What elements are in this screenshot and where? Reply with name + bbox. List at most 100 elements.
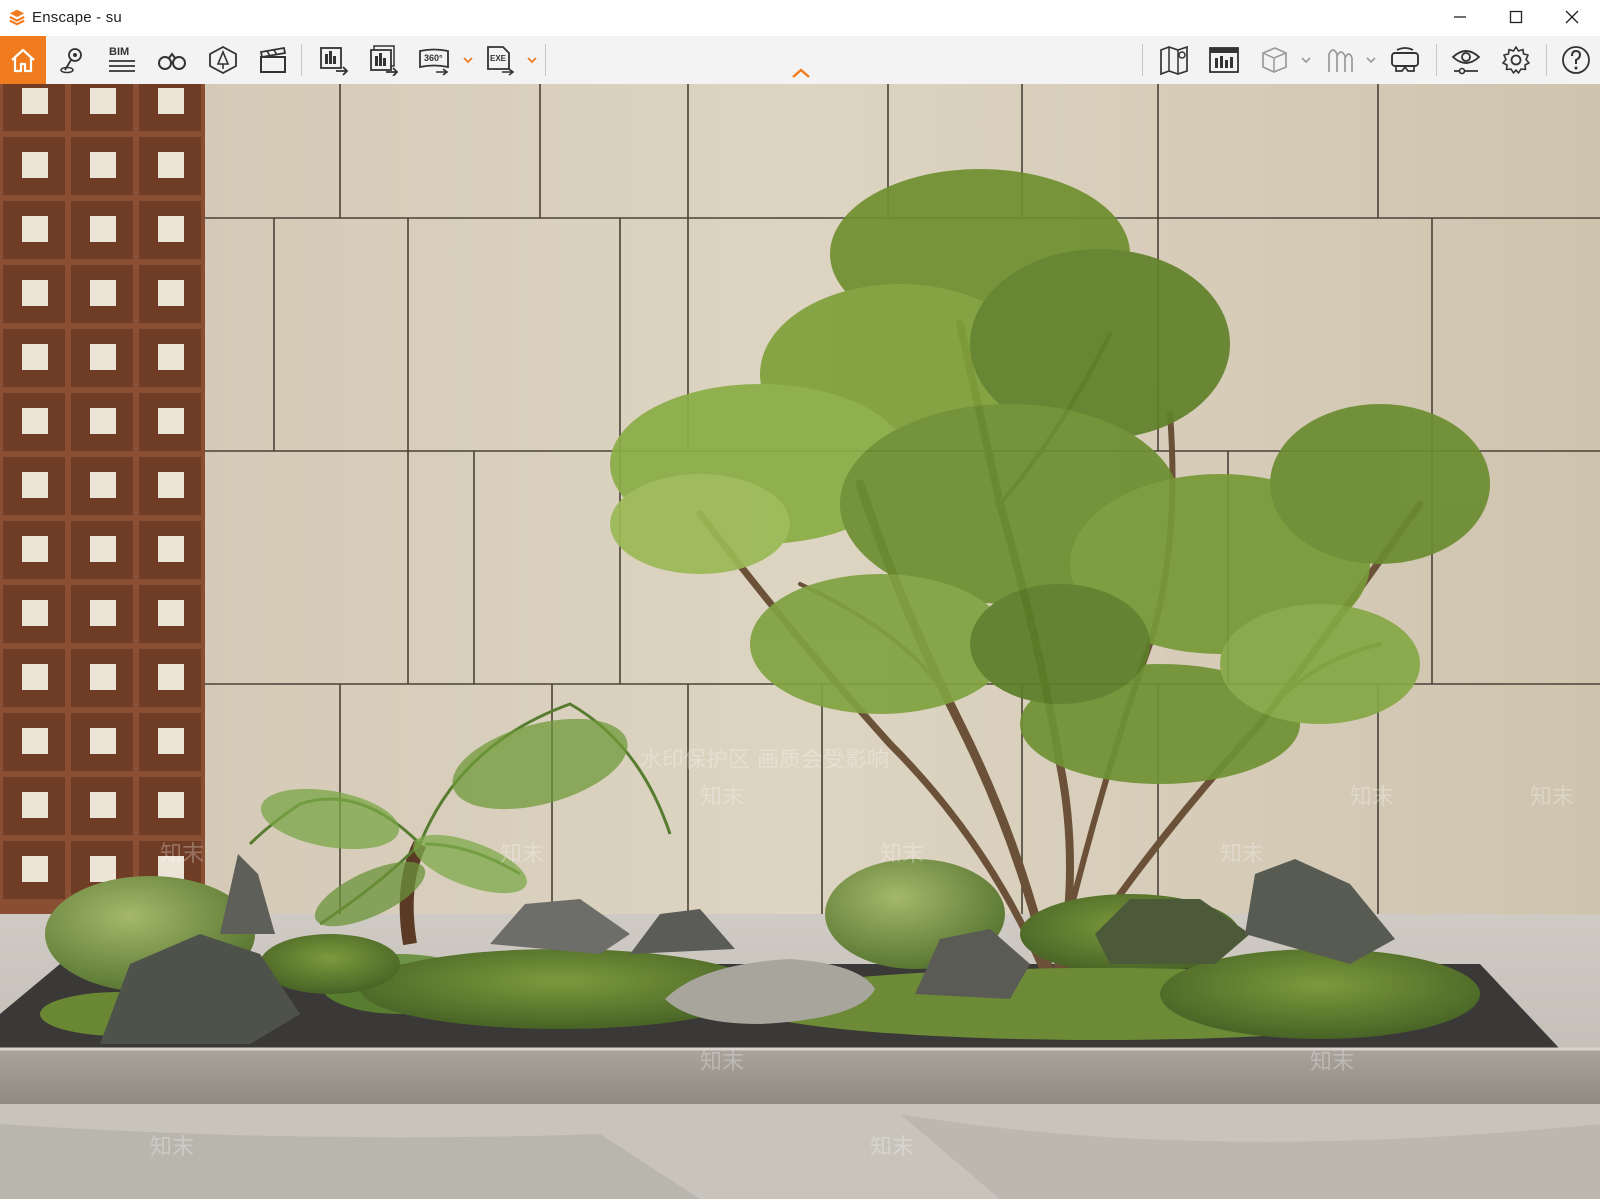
- eye-settings-icon: [1451, 50, 1481, 75]
- collapse-toolbar-chevron-up-icon[interactable]: [790, 66, 812, 80]
- watermark-text: 知末: [150, 1135, 195, 1160]
- material-editor-button[interactable]: [1320, 42, 1360, 78]
- gear-icon: [1502, 46, 1530, 74]
- asset-library-icon: [209, 45, 237, 75]
- clapperboard-icon: [259, 46, 287, 73]
- minimize-button[interactable]: [1432, 0, 1488, 34]
- brick-screen-wall: [0, 84, 205, 919]
- breeze-block-opening: [158, 344, 184, 370]
- watermark-text: 知末: [870, 1135, 915, 1160]
- close-button[interactable]: [1544, 0, 1600, 34]
- watermark-text: 知末: [160, 842, 205, 867]
- render-image-icon: [320, 47, 349, 76]
- breeze-block-opening: [158, 728, 184, 754]
- breeze-block-opening: [90, 344, 116, 370]
- bim-info-button[interactable]: [1204, 42, 1244, 78]
- breeze-block-opening: [90, 536, 116, 562]
- watermark-text: 知末: [1310, 1050, 1355, 1075]
- map-pin-icon: [60, 48, 82, 74]
- batch-render-button[interactable]: [364, 42, 404, 78]
- batch-render-icon: [370, 45, 399, 76]
- visual-settings-button[interactable]: [1446, 42, 1486, 78]
- maximize-icon: [1509, 10, 1523, 24]
- bim-icon: BIM: [109, 46, 135, 72]
- breeze-block-opening: [22, 472, 48, 498]
- toolbar-separator: [545, 44, 546, 76]
- enscape-logo-icon: [9, 9, 25, 26]
- breeze-block-opening: [158, 216, 184, 242]
- panorama-button[interactable]: 360°: [414, 42, 454, 78]
- breeze-block-opening: [22, 728, 48, 754]
- video-editor-button[interactable]: [253, 42, 293, 78]
- help-button[interactable]: [1556, 42, 1596, 78]
- main-toolbar: BIM 360° EXE: [0, 36, 1600, 85]
- breeze-block-opening: [90, 792, 116, 818]
- panorama-dropdown-caret[interactable]: [462, 54, 474, 66]
- minimize-icon: [1454, 16, 1466, 18]
- render-image-button[interactable]: [314, 42, 354, 78]
- section-button[interactable]: [1254, 42, 1294, 78]
- breeze-block-opening: [90, 664, 116, 690]
- watermark-text: 知末: [1350, 785, 1395, 810]
- help-icon: [1562, 46, 1590, 74]
- breeze-block-opening: [22, 536, 48, 562]
- breeze-block-opening: [90, 408, 116, 434]
- breeze-block-opening: [22, 664, 48, 690]
- breeze-block-opening: [90, 472, 116, 498]
- breeze-block-opening: [22, 152, 48, 178]
- breeze-block-opening: [22, 88, 48, 114]
- breeze-block-opening: [158, 600, 184, 626]
- binoculars-icon: [158, 52, 186, 70]
- export-exe-button[interactable]: EXE: [480, 42, 520, 78]
- breeze-block-opening: [22, 792, 48, 818]
- watermark-text: 知末: [700, 785, 745, 810]
- breeze-block-opening: [90, 152, 116, 178]
- breeze-block-opening: [90, 856, 116, 882]
- exe-label: EXE: [490, 54, 507, 63]
- toolbar-separator: [301, 44, 302, 76]
- render-viewport[interactable]: 水印保护区 画质会受影响 知末 知末 知末 知末 知末 知末 知末 知末 知末 …: [0, 84, 1600, 1199]
- breeze-block-opening: [158, 280, 184, 306]
- breeze-block-opening: [158, 792, 184, 818]
- watermark-text: 知末: [1220, 842, 1265, 867]
- section-dropdown-caret[interactable]: [1300, 54, 1312, 66]
- title-bar: Enscape - su: [0, 0, 1600, 34]
- bim-button[interactable]: BIM: [102, 42, 142, 78]
- breeze-block-opening: [22, 856, 48, 882]
- map-button[interactable]: [1154, 42, 1194, 78]
- breeze-block-opening: [90, 280, 116, 306]
- explorer-button[interactable]: [152, 42, 192, 78]
- vr-headset-button[interactable]: [1385, 42, 1425, 78]
- asset-library-button[interactable]: [203, 42, 243, 78]
- breeze-block-opening: [22, 216, 48, 242]
- home-button[interactable]: [0, 36, 46, 84]
- breeze-block-opening: [22, 280, 48, 306]
- breeze-block-opening: [90, 728, 116, 754]
- breeze-block-opening: [90, 88, 116, 114]
- toolbar-separator: [1436, 44, 1437, 76]
- breeze-block-opening: [90, 600, 116, 626]
- bim-info-icon: [1209, 47, 1239, 73]
- watermark-text: 知末: [700, 1050, 745, 1075]
- settings-button[interactable]: [1496, 42, 1536, 78]
- exe-export-icon: EXE: [487, 46, 515, 76]
- breeze-block-opening: [158, 664, 184, 690]
- close-icon: [1565, 10, 1579, 24]
- material-icon: [1328, 49, 1353, 72]
- watermark-notice: 水印保护区 画质会受影响: [640, 748, 889, 773]
- toolbar-separator: [1142, 44, 1143, 76]
- toolbar-separator: [1546, 44, 1547, 76]
- maximize-button[interactable]: [1488, 0, 1544, 34]
- window-title: Enscape - su: [32, 8, 122, 26]
- watermark-text: 知末: [1530, 785, 1575, 810]
- breeze-block-opening: [22, 344, 48, 370]
- export-dropdown-caret[interactable]: [526, 54, 538, 66]
- views-button[interactable]: [52, 42, 92, 78]
- breeze-block-opening: [90, 216, 116, 242]
- vr-headset-icon: [1391, 47, 1419, 72]
- breeze-block-opening: [158, 472, 184, 498]
- breeze-block-opening: [158, 408, 184, 434]
- breeze-block-opening: [22, 600, 48, 626]
- material-dropdown-caret[interactable]: [1365, 54, 1377, 66]
- window-controls: [1432, 0, 1600, 34]
